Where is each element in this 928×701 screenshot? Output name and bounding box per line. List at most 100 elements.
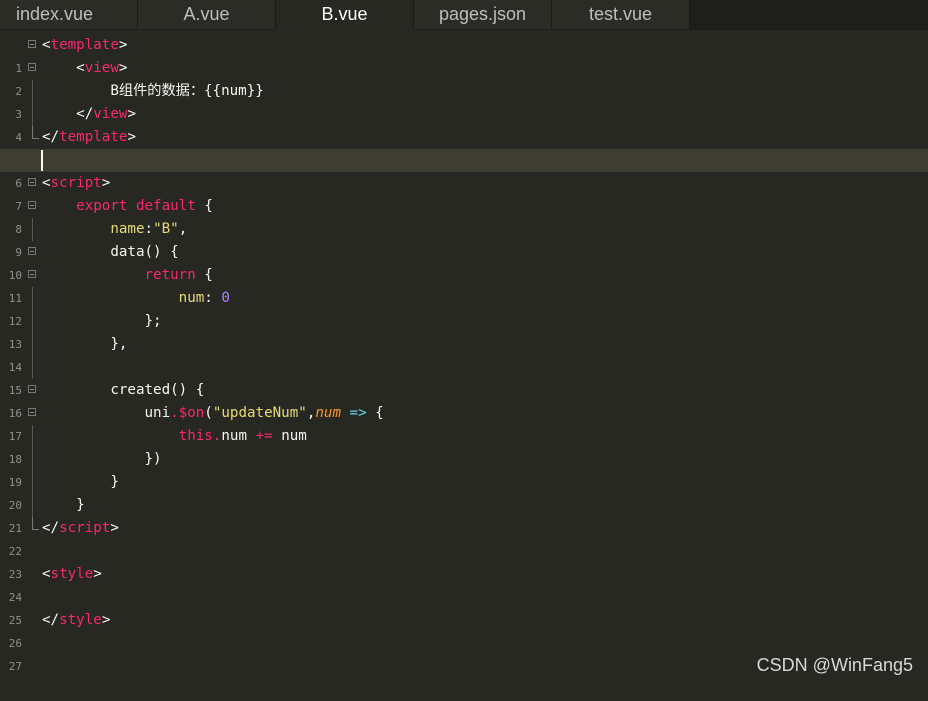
operator: +=	[255, 428, 273, 444]
tag-name: template	[59, 129, 128, 145]
tab-pages-json[interactable]: pages.json	[414, 0, 552, 29]
fold-guide	[32, 356, 33, 379]
fold-toggle-icon[interactable]	[28, 408, 36, 416]
tag-bracket: >	[101, 175, 111, 191]
colon: :	[144, 221, 154, 237]
tab-test-vue[interactable]: test.vue	[552, 0, 690, 29]
code-line: 15	[0, 356, 928, 397]
tag-bracket: >	[118, 60, 128, 76]
fold-end-marker	[32, 517, 39, 530]
keyword: this	[178, 428, 213, 444]
code-line: 26 </style>	[0, 609, 928, 650]
code-line: 10 data() {	[0, 241, 928, 282]
text-cursor	[41, 150, 43, 171]
fold-toggle-icon[interactable]	[28, 178, 36, 186]
code-line: 25	[0, 586, 928, 627]
fold-toggle-icon[interactable]	[28, 385, 36, 393]
fold-guide	[32, 494, 33, 517]
code-line: 20 }	[0, 471, 928, 512]
fold-toggle-icon[interactable]	[28, 201, 36, 209]
code-line: 7 <script>	[0, 172, 928, 213]
code-line: 16 created() {	[0, 379, 928, 420]
object-key: name	[110, 221, 145, 237]
code-line: 13 };	[0, 310, 928, 351]
fold-guide	[32, 471, 33, 494]
object-key: num	[178, 290, 205, 306]
identifier: num	[281, 428, 307, 444]
fold-guide	[32, 103, 33, 126]
identifier: num	[221, 428, 248, 444]
tag-bracket: >	[110, 520, 119, 536]
tab-index-vue[interactable]: index.vue	[0, 0, 138, 29]
fold-guide	[32, 425, 33, 448]
tag-name: style	[50, 566, 94, 582]
fold-toggle-icon[interactable]	[28, 40, 36, 48]
closing-brace: }	[110, 474, 119, 490]
arrow-operator: =>	[349, 405, 367, 421]
tag-name: view	[93, 106, 128, 122]
tag-name: view	[84, 60, 119, 76]
closing-paren: })	[144, 451, 162, 467]
code-editor[interactable]: 1 <template> 2 <view> 3 B组件的数据：{{num}} 4…	[0, 34, 928, 673]
fold-end-marker	[32, 126, 39, 139]
method-declaration: data() {	[110, 244, 179, 260]
tag-bracket: >	[101, 612, 111, 628]
parameter: num	[315, 405, 341, 421]
tag-name: style	[59, 612, 102, 628]
current-line: 6	[0, 149, 928, 190]
code-line: 12 num: 0	[0, 287, 928, 328]
tab-a-vue[interactable]: A.vue	[138, 0, 276, 29]
code-line: 22 </script>	[0, 517, 928, 558]
dot-operator: .	[170, 405, 179, 421]
fold-toggle-icon[interactable]	[28, 270, 36, 278]
code-line: 3 B组件的数据：{{num}}	[0, 80, 928, 121]
brace: {	[375, 405, 384, 421]
fold-guide	[32, 80, 33, 103]
closing-brace: },	[110, 336, 128, 352]
code-line: 11 return {	[0, 264, 928, 305]
paren: (	[204, 405, 213, 421]
code-line: 1 <template>	[0, 34, 928, 75]
fold-guide	[32, 333, 33, 356]
number-literal: 0	[221, 290, 230, 306]
fold-guide	[32, 448, 33, 471]
code-line: 8 export default {	[0, 195, 928, 236]
tab-bar: index.vue A.vue B.vue pages.json test.vu…	[0, 0, 928, 30]
code-line: 27	[0, 632, 928, 673]
fold-toggle-icon[interactable]	[28, 247, 36, 255]
code-line: 5 </template>	[0, 126, 928, 167]
tag-name: script	[59, 520, 111, 536]
template-text: B组件的数据：{{num}}	[110, 83, 264, 99]
code-line: 9 name:"B",	[0, 218, 928, 259]
tag-bracket: </	[42, 129, 60, 145]
comma: ,	[178, 221, 188, 237]
tab-b-vue[interactable]: B.vue	[276, 0, 414, 30]
tag-bracket: <	[42, 566, 51, 582]
string-literal: "updateNum"	[212, 405, 307, 421]
tag-bracket: >	[118, 37, 128, 53]
code-line: 2 <view>	[0, 57, 928, 98]
fold-guide	[32, 287, 33, 310]
string-literal: "B"	[153, 221, 179, 237]
tag-bracket: >	[127, 106, 136, 122]
tag-bracket: >	[127, 129, 136, 145]
tag-bracket: >	[93, 566, 102, 582]
brace: {	[204, 198, 213, 214]
tag-bracket: <	[42, 175, 51, 191]
fold-toggle-icon[interactable]	[28, 63, 36, 71]
code-line: 17 uni.$on("updateNum",num => {	[0, 402, 928, 443]
tag-name: template	[50, 37, 119, 53]
colon: :	[204, 290, 222, 306]
keyword: return	[144, 267, 196, 283]
tag-bracket: </	[42, 612, 60, 628]
line-number: 27	[8, 660, 22, 673]
code-line: 19 })	[0, 448, 928, 489]
brace: {	[204, 267, 213, 283]
code-line: 23	[0, 540, 928, 581]
tag-bracket: </	[42, 520, 60, 536]
code-line: 4 </view>	[0, 103, 928, 144]
code-line: 24 <style>	[0, 563, 928, 604]
identifier: uni	[144, 405, 171, 421]
tag-name: script	[50, 175, 102, 191]
tag-bracket: <	[42, 37, 51, 53]
